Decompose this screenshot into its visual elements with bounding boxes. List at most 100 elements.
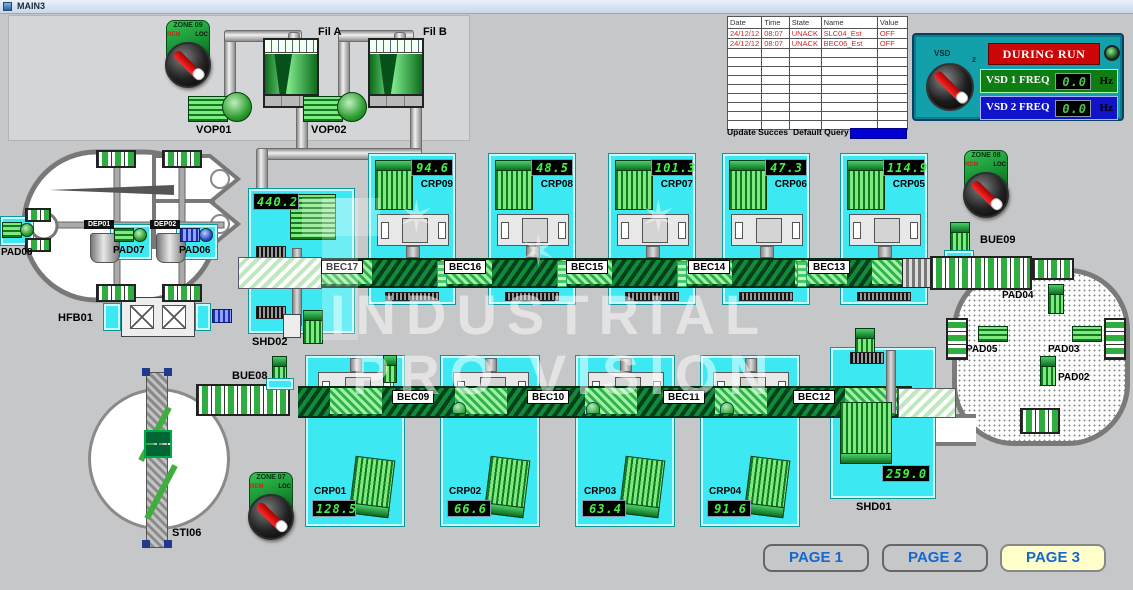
shd01-chute xyxy=(898,388,956,418)
alarm-row[interactable]: 24/12/1208:07 UNACKBEC06_Est OFF xyxy=(728,39,908,49)
bec17-label[interactable]: BEC17 xyxy=(321,260,363,274)
belt-roller xyxy=(797,261,807,287)
alarm-table[interactable]: Date Time State Name Value 24/12/1208:07… xyxy=(727,16,908,130)
belt-drive-icon xyxy=(452,402,466,414)
pad06-label: PAD06 xyxy=(179,245,211,256)
bec13-label[interactable]: BEC13 xyxy=(808,260,850,274)
zone-label: ZONE 07 xyxy=(243,474,299,481)
zone-08-switch[interactable]: ZONE 08 REM LOC xyxy=(958,150,1014,226)
pad02-label: PAD02 xyxy=(1058,372,1090,383)
vsd1-label: VSD 1 FREQ xyxy=(986,74,1050,86)
pad07-pump-icon xyxy=(133,228,147,242)
sti06-drive-icon[interactable] xyxy=(144,430,172,458)
pad04-label: PAD04 xyxy=(1002,290,1034,301)
crusher-body xyxy=(849,214,921,246)
crp04-display: 91.6 xyxy=(707,500,751,517)
crp06-display: 47.3 xyxy=(765,159,807,176)
filter-a-label: Fil A xyxy=(318,26,341,38)
rotary-knob-icon[interactable] xyxy=(963,172,1009,218)
hfb01-body[interactable] xyxy=(121,297,195,337)
belt-feed-motor-icon xyxy=(383,355,397,383)
page-3-button[interactable]: PAGE 3 xyxy=(1000,544,1106,572)
pad08-pump-icon xyxy=(20,223,34,237)
pad04-pump-icon[interactable] xyxy=(1048,284,1064,314)
hfb01-cell xyxy=(162,305,186,329)
col-name: Name xyxy=(821,17,877,29)
gear-rack xyxy=(385,292,439,301)
belt-roller xyxy=(677,261,687,287)
sti06-agitator-bar xyxy=(146,372,168,548)
page-2-button[interactable]: PAGE 2 xyxy=(882,544,988,572)
window-title: MAIN3 xyxy=(17,1,45,11)
hfb01-motor-icon xyxy=(212,309,232,323)
roller-set xyxy=(1032,258,1074,280)
crp08-display: 48.5 xyxy=(531,159,573,176)
roller-set xyxy=(1020,408,1060,434)
crp03-label: CRP03 xyxy=(584,486,616,497)
crp02-unit[interactable]: CRP02 66.6 xyxy=(440,355,540,527)
shaft xyxy=(526,246,540,258)
anchor-mark xyxy=(142,368,150,376)
shd02-display: 440.2 xyxy=(253,193,299,210)
update-status: Update Succes xyxy=(727,127,788,137)
pad05-pump-icon[interactable] xyxy=(978,326,1008,342)
bue09-elevator[interactable] xyxy=(930,256,1032,290)
pad03-pump-icon[interactable] xyxy=(1072,326,1102,342)
bec10-label[interactable]: BEC10 xyxy=(527,390,569,404)
bue09-label: BUE09 xyxy=(980,234,1015,246)
roller-set xyxy=(162,150,202,168)
crp03-unit[interactable]: CRP03 63.4 xyxy=(575,355,675,527)
filter-b[interactable] xyxy=(368,38,424,108)
alarm-header-row: Date Time State Name Value xyxy=(728,17,908,29)
loc-label: LOC xyxy=(993,162,1006,168)
vsd2-display: 0.0 xyxy=(1055,100,1091,117)
crusher-body xyxy=(377,214,449,246)
zone-09-switch[interactable]: ZONE 09 REM LOC xyxy=(160,20,216,96)
motor-icon xyxy=(375,160,413,210)
crp05-display: 114.9 xyxy=(883,159,925,176)
belt-drive-icon xyxy=(720,402,734,414)
crp04-label: CRP04 xyxy=(709,486,741,497)
bec11-label[interactable]: BEC11 xyxy=(663,390,705,404)
crp07-display: 101.3 xyxy=(651,159,693,176)
run-indicator-lamp xyxy=(1104,45,1120,61)
crp04-unit[interactable]: CRP04 91.6 xyxy=(700,355,800,527)
bue08-hopper xyxy=(266,378,294,390)
anchor-mark xyxy=(164,540,172,548)
pad08-motor-icon xyxy=(2,222,22,238)
page-1-button[interactable]: PAGE 1 xyxy=(763,544,869,572)
alarm-row-empty xyxy=(728,76,908,85)
shd01-display: 259.0 xyxy=(882,465,930,482)
vop01-pump-icon[interactable] xyxy=(222,92,252,122)
rotary-knob-icon[interactable] xyxy=(248,494,294,540)
alarm-row[interactable]: 24/12/1208:07 UNACKSLC04_Est OFF xyxy=(728,29,908,39)
shd01-roller xyxy=(850,352,884,364)
vop02-pump-icon[interactable] xyxy=(337,92,367,122)
zone-label: ZONE 08 xyxy=(958,152,1014,159)
filter-base xyxy=(370,94,422,106)
crp02-label: CRP02 xyxy=(449,486,481,497)
gear-rack xyxy=(739,292,793,301)
rem-label: REM xyxy=(965,162,978,168)
pad02-pump-icon[interactable] xyxy=(1040,356,1056,386)
hfb01-label: HFB01 xyxy=(58,312,93,324)
bec12-label[interactable]: BEC12 xyxy=(793,390,835,404)
vsd2-label: VSD 2 FREQ xyxy=(986,101,1050,113)
hfb01-outlet xyxy=(195,303,211,331)
bec09-label[interactable]: BEC09 xyxy=(392,390,434,404)
pad08-label: PAD08 xyxy=(1,247,33,258)
vsd-rotary-switch[interactable] xyxy=(926,63,974,111)
bec15-label[interactable]: BEC15 xyxy=(566,260,608,274)
bec14-label[interactable]: BEC14 xyxy=(688,260,730,274)
rotary-knob-icon[interactable] xyxy=(165,42,211,88)
loc-label: LOC xyxy=(278,484,291,490)
shd01-motor-icon xyxy=(840,402,892,464)
vop02-label: VOP02 xyxy=(311,124,346,136)
anchor-mark xyxy=(142,540,150,548)
zone-07-switch[interactable]: ZONE 07 REM LOC xyxy=(243,472,299,548)
shaft xyxy=(406,246,420,258)
bec16-label[interactable]: BEC16 xyxy=(444,260,486,274)
motor-icon xyxy=(615,160,653,210)
query-value-box[interactable] xyxy=(850,128,907,139)
alarm-status-bar: Update Succes Default Query xyxy=(727,127,908,140)
